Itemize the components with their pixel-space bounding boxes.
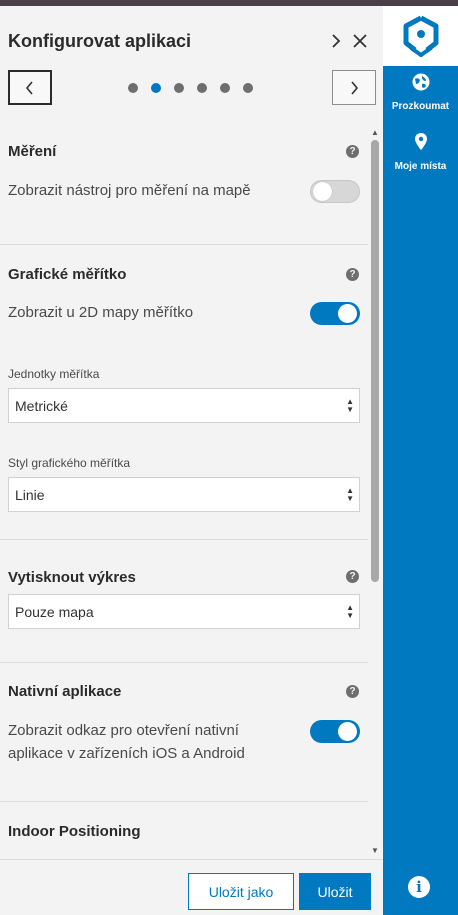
panel-title: Konfigurovat aplikaci: [8, 31, 192, 51]
section-measurement: Měření ? Zobrazit nástroj pro měření na …: [0, 123, 368, 245]
config-panel: Konfigurovat aplikaci Měření ? Zobrazit …: [0, 6, 383, 915]
step-dot[interactable]: [243, 83, 253, 93]
section-indoor: Indoor Positioning: [0, 802, 368, 859]
section-title: Indoor Positioning: [8, 823, 141, 840]
next-step-button[interactable]: [332, 70, 376, 105]
native-toggle-label: Zobrazit odkaz pro otevření nativní apli…: [8, 722, 245, 762]
chevron-right-icon: [351, 80, 359, 95]
units-value: Metrické: [15, 397, 68, 414]
select-arrows-icon: ▲ ▼: [346, 397, 354, 414]
info-icon[interactable]: i: [408, 876, 430, 898]
help-icon[interactable]: ?: [346, 268, 359, 281]
previous-step-button[interactable]: [8, 70, 52, 105]
measurement-toggle-label: Zobrazit nástroj pro měření na mapě: [8, 182, 251, 199]
app-logo-icon: [403, 15, 438, 57]
step-dot[interactable]: [151, 83, 161, 93]
rail-explore-label: Prozkoumat: [391, 101, 450, 112]
section-native-apps: Nativní aplikace ? Zobrazit odkaz pro ot…: [0, 663, 368, 802]
select-arrows-icon: ▲ ▼: [346, 486, 354, 503]
scalebar-toggle[interactable]: [310, 302, 360, 325]
side-rail: Prozkoumat Moje místa i: [383, 6, 458, 915]
collapse-icon[interactable]: [325, 30, 347, 52]
section-title: Grafické měřítko: [8, 266, 127, 283]
app-logo: [383, 6, 458, 66]
scalebar-toggle-label: Zobrazit u 2D mapy měřítko: [8, 304, 194, 321]
chevron-left-icon: [25, 80, 33, 95]
scroll-down-icon[interactable]: ▼: [371, 846, 379, 855]
settings-scroll-area[interactable]: Měření ? Zobrazit nástroj pro měření na …: [0, 123, 383, 859]
step-dot[interactable]: [174, 83, 184, 93]
style-label: Styl grafického měřítka: [8, 456, 131, 470]
scroll-up-icon[interactable]: ▲: [371, 128, 379, 137]
units-label: Jednotky měřítka: [8, 367, 100, 381]
step-indicator: [128, 83, 266, 93]
panel-footer: Uložit jako Uložit: [0, 859, 383, 915]
section-title: Měření: [8, 143, 57, 160]
rail-places-label: Moje místa: [394, 161, 447, 172]
step-dot[interactable]: [197, 83, 207, 93]
section-title: Vytisknout výkres: [8, 569, 136, 586]
step-dot[interactable]: [220, 83, 230, 93]
help-icon[interactable]: ?: [346, 145, 359, 158]
close-icon[interactable]: [349, 30, 371, 52]
section-scalebar: Grafické měřítko ? Zobrazit u 2D mapy mě…: [0, 245, 368, 540]
panel-header: Konfigurovat aplikaci: [0, 6, 383, 66]
units-select[interactable]: Metrické ▲ ▼: [8, 388, 360, 423]
help-icon[interactable]: ?: [346, 570, 359, 583]
save-as-button[interactable]: Uložit jako: [188, 873, 294, 910]
rail-explore[interactable]: Prozkoumat: [383, 72, 458, 112]
style-select[interactable]: Linie ▲ ▼: [8, 477, 360, 512]
print-select[interactable]: Pouze mapa ▲ ▼: [8, 594, 360, 629]
scrollbar-thumb[interactable]: [371, 140, 379, 582]
map-pin-icon: [414, 133, 427, 150]
style-value: Linie: [15, 486, 45, 503]
section-title: Nativní aplikace: [8, 683, 122, 700]
print-value: Pouze mapa: [15, 603, 94, 620]
save-button[interactable]: Uložit: [299, 873, 371, 910]
help-icon[interactable]: ?: [346, 685, 359, 698]
measurement-toggle[interactable]: [310, 180, 360, 203]
rail-my-places[interactable]: Moje místa: [383, 132, 458, 172]
scrollbar[interactable]: ▲ ▼: [369, 124, 382, 858]
section-print: Vytisknout výkres ? Pouze mapa ▲ ▼: [0, 540, 368, 663]
native-toggle[interactable]: [310, 720, 360, 743]
globe-icon: [412, 73, 429, 91]
select-arrows-icon: ▲ ▼: [346, 603, 354, 620]
step-dot[interactable]: [128, 83, 138, 93]
